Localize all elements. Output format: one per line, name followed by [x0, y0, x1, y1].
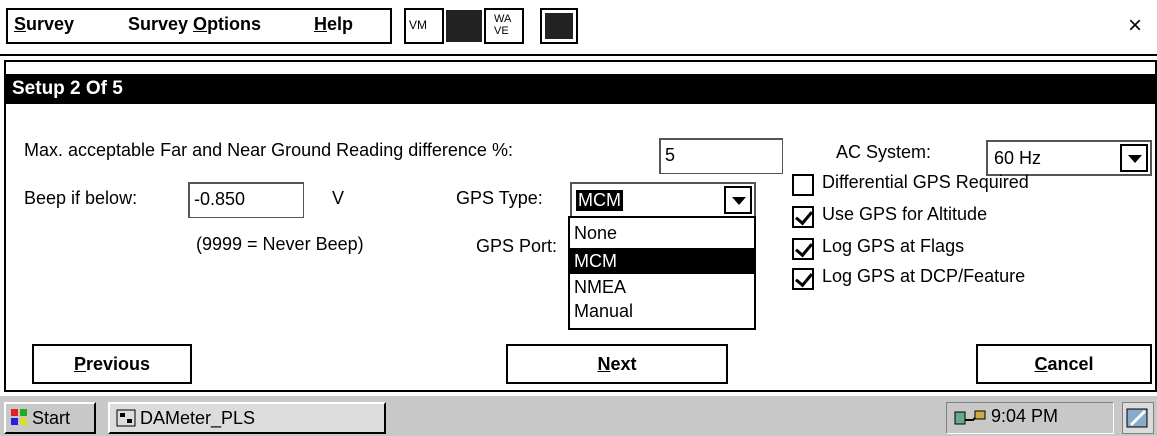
beep-input[interactable]: -0.850: [188, 182, 304, 218]
chevron-down-icon[interactable]: [1120, 144, 1148, 172]
system-tray: 9:04 PM: [946, 402, 1114, 434]
show-desktop-button[interactable]: [1122, 402, 1154, 434]
diff-label: Max. acceptable Far and Near Ground Read…: [24, 140, 513, 160]
ac-system-label: AC System:: [836, 142, 932, 162]
desktop-icon: [1126, 408, 1148, 428]
start-label: Start: [32, 408, 71, 428]
menu-help[interactable]: Help: [314, 14, 353, 35]
previous-mnemonic: P: [73, 354, 86, 374]
ac-system-value: 60 Hz: [994, 148, 1042, 168]
log-gps-dcp-label: Log GPS at DCP/Feature: [822, 266, 1026, 286]
differential-gps-checkbox[interactable]: [792, 174, 814, 196]
wave-label-top: WA: [494, 13, 512, 25]
use-gps-altitude-label: Use GPS for Altitude: [822, 204, 988, 224]
gps-port-label: GPS Port:: [476, 236, 558, 256]
toolbar-dark-button-2[interactable]: [540, 8, 578, 44]
network-plug-icon[interactable]: [953, 408, 987, 430]
beep-label: Beep if below:: [24, 188, 138, 208]
cancel-button[interactable]: Cancel: [976, 344, 1152, 384]
gps-type-select[interactable]: MCM: [570, 182, 756, 218]
previous-rest: revious: [85, 354, 151, 374]
dialog-title: Setup 2 Of 5: [6, 74, 1155, 104]
gps-option-none[interactable]: None: [570, 220, 754, 246]
task-dameter-pls[interactable]: DAMeter_PLS: [108, 402, 386, 434]
use-gps-altitude-checkbox[interactable]: [792, 206, 814, 228]
log-gps-flags-label: Log GPS at Flags: [822, 236, 965, 256]
beep-note: (9999 = Never Beep): [196, 234, 364, 254]
setup-dialog: Setup 2 Of 5 Max. acceptable Far and Nea…: [4, 60, 1157, 392]
gps-option-nmea[interactable]: NMEA: [570, 274, 754, 300]
gps-option-mcm[interactable]: MCM: [570, 248, 754, 274]
windows-logo-icon: [11, 409, 27, 425]
cancel-rest: ancel: [1047, 354, 1094, 374]
menu-survey[interactable]: Survey: [14, 14, 74, 35]
vm-label: VM: [409, 18, 427, 32]
menu-bar: Survey Survey Options Help VM WA VE ×: [0, 0, 1157, 52]
task-label: DAMeter_PLS: [140, 408, 256, 428]
cancel-mnemonic: C: [1034, 354, 1048, 374]
wave-toolbar-button[interactable]: WA VE: [484, 8, 524, 44]
menu-separator: [0, 54, 1157, 56]
gps-type-dropdown-list: None MCM NMEA Manual: [568, 216, 756, 330]
dark-square-icon: [545, 13, 573, 39]
log-gps-dcp-checkbox[interactable]: [792, 268, 814, 290]
next-rest: ext: [610, 354, 637, 374]
gps-option-manual[interactable]: Manual: [570, 298, 754, 324]
next-mnemonic: N: [597, 354, 611, 374]
wave-label-bottom: VE: [494, 25, 509, 37]
clock[interactable]: 9:04 PM: [991, 406, 1058, 427]
taskbar: Start DAMeter_PLS 9:04 PM: [0, 394, 1157, 436]
previous-button[interactable]: Previous: [32, 344, 192, 384]
ac-system-select[interactable]: 60 Hz: [986, 140, 1152, 176]
chevron-down-icon[interactable]: [724, 186, 752, 214]
log-gps-flags-checkbox[interactable]: [792, 238, 814, 260]
toolbar-dark-button-1[interactable]: [446, 10, 482, 42]
menu-survey-options[interactable]: Survey Options: [128, 14, 261, 35]
diff-input[interactable]: 5: [659, 138, 783, 174]
beep-unit: V: [332, 188, 345, 208]
start-button[interactable]: Start: [4, 402, 96, 434]
app-icon: [116, 409, 136, 427]
gps-type-label: GPS Type:: [456, 188, 543, 208]
vm-toolbar-button[interactable]: VM: [404, 8, 444, 44]
differential-gps-label: Differential GPS Required: [822, 172, 1029, 192]
close-button[interactable]: ×: [1117, 8, 1153, 44]
next-button[interactable]: Next: [506, 344, 728, 384]
gps-type-value: MCM: [576, 190, 623, 211]
